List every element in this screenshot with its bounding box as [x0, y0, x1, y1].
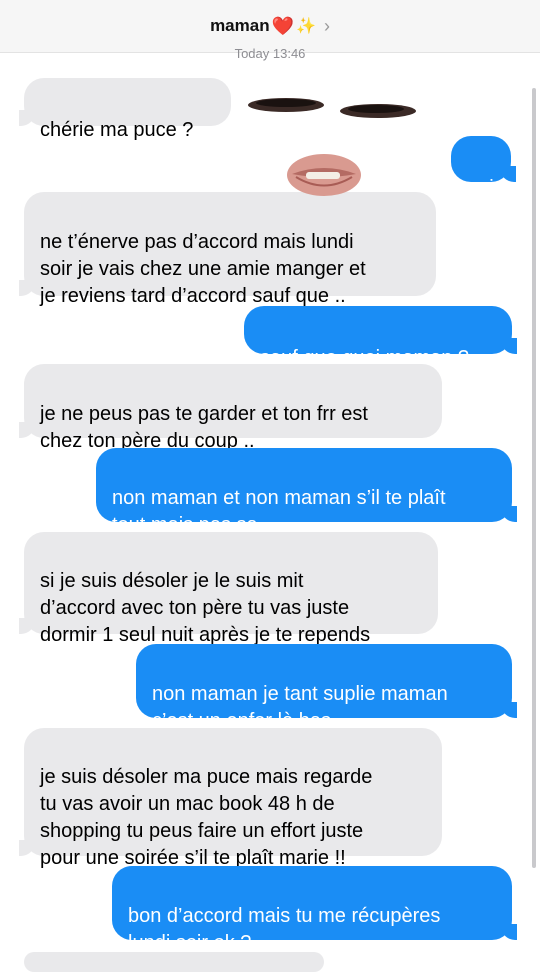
- eye-sticker-right: [340, 104, 416, 118]
- message-text: chérie ma puce ?: [40, 119, 194, 141]
- message-incoming[interactable]: chérie ma puce ?: [19, 78, 231, 141]
- scrollbar[interactable]: [532, 88, 536, 868]
- message-text: bon d’accord mais tu me récupères lundi …: [128, 905, 441, 954]
- message-outgoing[interactable]: bon d’accord mais tu me récupères lundi …: [112, 866, 517, 954]
- message-incoming[interactable]: je suis désoler ma puce mais regarde tu …: [19, 728, 442, 869]
- message-incoming-partial: [24, 952, 324, 972]
- message-text: non maman je tant suplie maman c’est un …: [152, 683, 448, 732]
- mouth-sticker: [287, 154, 361, 196]
- message-incoming[interactable]: ne t’énerve pas d’accord mais lundi soir…: [19, 192, 436, 307]
- message-outgoing[interactable]: non maman et non maman s’il te plaît tou…: [96, 448, 517, 590]
- sparkles-icon: ✨: [296, 18, 316, 35]
- message-incoming[interactable]: je ne peus pas te garder et ton frr est …: [19, 364, 442, 452]
- message-text: je ne peus pas te garder et ton frr est …: [40, 403, 368, 452]
- contact-name[interactable]: maman: [210, 16, 270, 36]
- chevron-right-icon[interactable]: ›: [324, 16, 330, 37]
- message-text: non maman et non maman s’il te plaît tou…: [112, 487, 446, 536]
- message-text: oui: [467, 177, 494, 199]
- message-outgoing[interactable]: oui: [451, 136, 516, 199]
- message-incoming[interactable]: si je suis désoler je le suis mit d’acco…: [19, 532, 438, 646]
- timestamp: Today 13:46: [234, 46, 306, 61]
- message-outgoing[interactable]: non maman je tant suplie maman c’est un …: [136, 644, 517, 786]
- eye-sticker-left: [248, 98, 324, 112]
- message-text: si je suis désoler je le suis mit d’acco…: [40, 570, 371, 646]
- heart-icon: ❤️: [271, 15, 295, 36]
- message-text: ne t’énerve pas d’accord mais lundi soir…: [40, 231, 366, 307]
- message-outgoing[interactable]: sauf que quoi maman ?: [244, 306, 517, 369]
- message-text: je suis désoler ma puce mais regarde tu …: [40, 766, 373, 869]
